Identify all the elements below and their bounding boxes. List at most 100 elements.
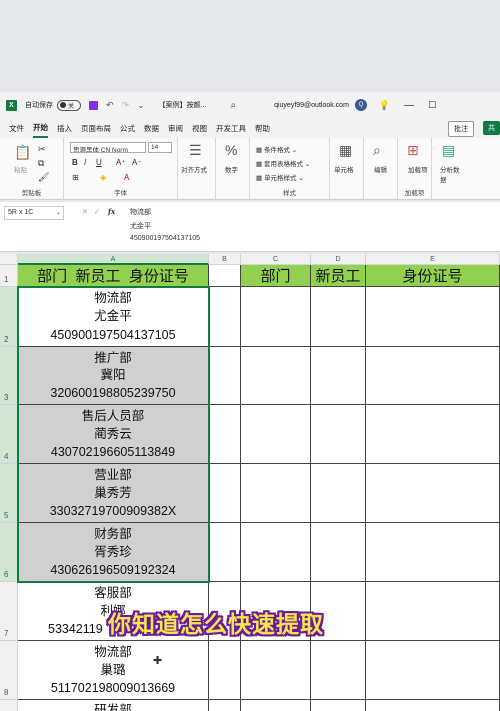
document-title[interactable]: 【案例】按颜... <box>159 100 207 110</box>
lightbulb-icon[interactable]: 💡 <box>379 100 390 111</box>
tab-review[interactable]: 审阅 <box>168 120 183 137</box>
record-cell[interactable]: 推广部 冀阳 320600198805239750 <box>18 347 209 405</box>
column-header-b[interactable]: B <box>209 254 241 265</box>
grow-font-icon[interactable]: A⁺ <box>116 158 126 167</box>
shrink-font-icon[interactable]: A⁻ <box>132 158 142 167</box>
worksheet-grid[interactable]: A B C D E 1 2 3 4 5 6 7 8 部门 新员工 身份证号 部门… <box>0 254 500 711</box>
record-cell[interactable]: 研发部 <box>18 700 209 711</box>
header-cell-a1[interactable]: 部门 新员工 身份证号 <box>18 265 209 287</box>
empty-cell[interactable] <box>209 464 241 523</box>
paste-icon[interactable]: 📋 <box>14 144 31 161</box>
copy-icon[interactable]: ⧉ <box>38 158 44 169</box>
empty-cell[interactable] <box>209 347 241 405</box>
column-header-a[interactable]: A <box>18 254 209 265</box>
fill-color-icon[interactable]: ◈ <box>100 173 106 182</box>
record-cell[interactable]: 营业部 巢秀芳 33032719700909382X <box>18 464 209 523</box>
header-cell-d1[interactable]: 新员工 <box>311 265 366 287</box>
font-name-combo[interactable]: 思源黑体 CN Norm <box>70 142 146 153</box>
row-header[interactable]: 6 <box>0 523 18 582</box>
empty-cell[interactable] <box>209 700 241 711</box>
row-header[interactable]: 3 <box>0 347 18 405</box>
cells-label[interactable]: 单元格 <box>334 164 354 174</box>
formula-line-1[interactable]: 物流部 <box>130 207 151 217</box>
maximize-icon[interactable]: ☐ <box>428 100 436 111</box>
italic-icon[interactable]: I <box>84 158 86 167</box>
empty-cell[interactable] <box>241 464 311 523</box>
empty-cell[interactable] <box>241 523 311 582</box>
analyze-data-icon[interactable]: ▤ <box>442 142 455 159</box>
empty-cell[interactable] <box>311 405 366 464</box>
empty-cell[interactable] <box>241 347 311 405</box>
row-header[interactable]: 1 <box>0 265 18 287</box>
bold-icon[interactable]: B <box>72 158 78 167</box>
conditional-formatting-button[interactable]: ▦ 条件格式 ⌄ <box>256 144 297 154</box>
minimize-icon[interactable]: — <box>404 100 414 111</box>
empty-cell[interactable] <box>241 287 311 347</box>
borders-icon[interactable]: ⊞ <box>72 173 79 182</box>
tab-page-layout[interactable]: 页面布局 <box>81 120 111 137</box>
empty-cell[interactable] <box>366 347 500 405</box>
find-icon[interactable]: ⌕ <box>373 142 381 159</box>
format-as-table-button[interactable]: ▦ 套用表格格式 ⌄ <box>256 158 310 168</box>
tab-file[interactable]: 文件 <box>9 120 24 137</box>
undo-icon[interactable]: ↶ <box>106 100 114 111</box>
tab-insert[interactable]: 插入 <box>57 120 72 137</box>
number-label[interactable]: 数字 <box>225 164 238 174</box>
save-icon[interactable] <box>89 100 98 110</box>
cut-icon[interactable]: ✂ <box>38 144 46 155</box>
chevron-down-icon[interactable]: ⌄ <box>56 209 61 216</box>
analyze-data-label[interactable]: 分析数据 <box>440 164 460 184</box>
percent-icon[interactable]: % <box>225 142 237 158</box>
record-cell[interactable]: 财务部 胥秀珍 430626196509192324 <box>18 523 209 582</box>
empty-cell[interactable] <box>366 405 500 464</box>
empty-cell[interactable] <box>209 641 241 700</box>
cells-icon[interactable]: ▦ <box>339 142 352 159</box>
tab-home[interactable]: 开始 <box>33 119 48 138</box>
header-cell-e1[interactable]: 身份证号 <box>366 265 500 287</box>
empty-cell[interactable] <box>366 582 500 641</box>
empty-cell[interactable] <box>209 405 241 464</box>
empty-cell[interactable] <box>366 523 500 582</box>
editing-label[interactable]: 编辑 <box>374 164 387 174</box>
cell-styles-button[interactable]: ▦ 单元格样式 ⌄ <box>256 172 304 182</box>
empty-cell[interactable] <box>311 523 366 582</box>
empty-cell[interactable] <box>209 287 241 347</box>
name-box[interactable]: 5R x 1C ⌄ <box>4 206 64 220</box>
empty-cell[interactable] <box>366 641 500 700</box>
empty-cell[interactable] <box>366 464 500 523</box>
column-header-d[interactable]: D <box>311 254 366 265</box>
paste-label[interactable]: 粘贴 <box>14 164 27 174</box>
addins-icon[interactable]: ⊞ <box>407 142 419 159</box>
header-cell-c1[interactable]: 部门 <box>241 265 311 287</box>
alignment-label[interactable]: 对齐方式 <box>181 164 207 174</box>
empty-cell[interactable] <box>311 641 366 700</box>
tab-view[interactable]: 视图 <box>192 120 207 137</box>
empty-cell[interactable] <box>311 287 366 347</box>
tab-developer[interactable]: 开发工具 <box>216 120 246 137</box>
empty-cell[interactable] <box>311 347 366 405</box>
record-cell[interactable]: 物流部 尤金平 450900197504137105 <box>18 287 209 347</box>
enter-icon[interactable]: ✓ <box>94 208 100 216</box>
column-header-c[interactable]: C <box>241 254 311 265</box>
comment-button[interactable]: 批注 <box>448 121 474 137</box>
redo-icon[interactable]: ↷ <box>122 100 130 111</box>
empty-cell[interactable] <box>209 523 241 582</box>
select-all-corner[interactable] <box>0 254 18 265</box>
underline-icon[interactable]: U <box>96 158 102 167</box>
insert-function-icon[interactable]: fx <box>108 207 115 216</box>
font-color-icon[interactable]: A <box>124 173 129 182</box>
addins-label[interactable]: 加载项 <box>408 164 428 174</box>
row-header[interactable] <box>0 700 18 711</box>
empty-cell[interactable] <box>311 464 366 523</box>
tab-data[interactable]: 数据 <box>144 120 159 137</box>
empty-cell[interactable] <box>241 700 311 711</box>
row-header[interactable]: 4 <box>0 405 18 464</box>
record-cell[interactable]: 售后人员部 蔺秀云 430702196605113849 <box>18 405 209 464</box>
record-cell[interactable]: 物流部 巢璐 511702198009013669 <box>18 641 209 700</box>
empty-cell[interactable] <box>366 287 500 347</box>
row-header[interactable]: 5 <box>0 464 18 523</box>
search-icon[interactable]: ⌕ <box>230 100 236 111</box>
empty-cell[interactable] <box>311 700 366 711</box>
share-button[interactable]: 共 <box>483 121 500 135</box>
empty-cell[interactable] <box>241 405 311 464</box>
